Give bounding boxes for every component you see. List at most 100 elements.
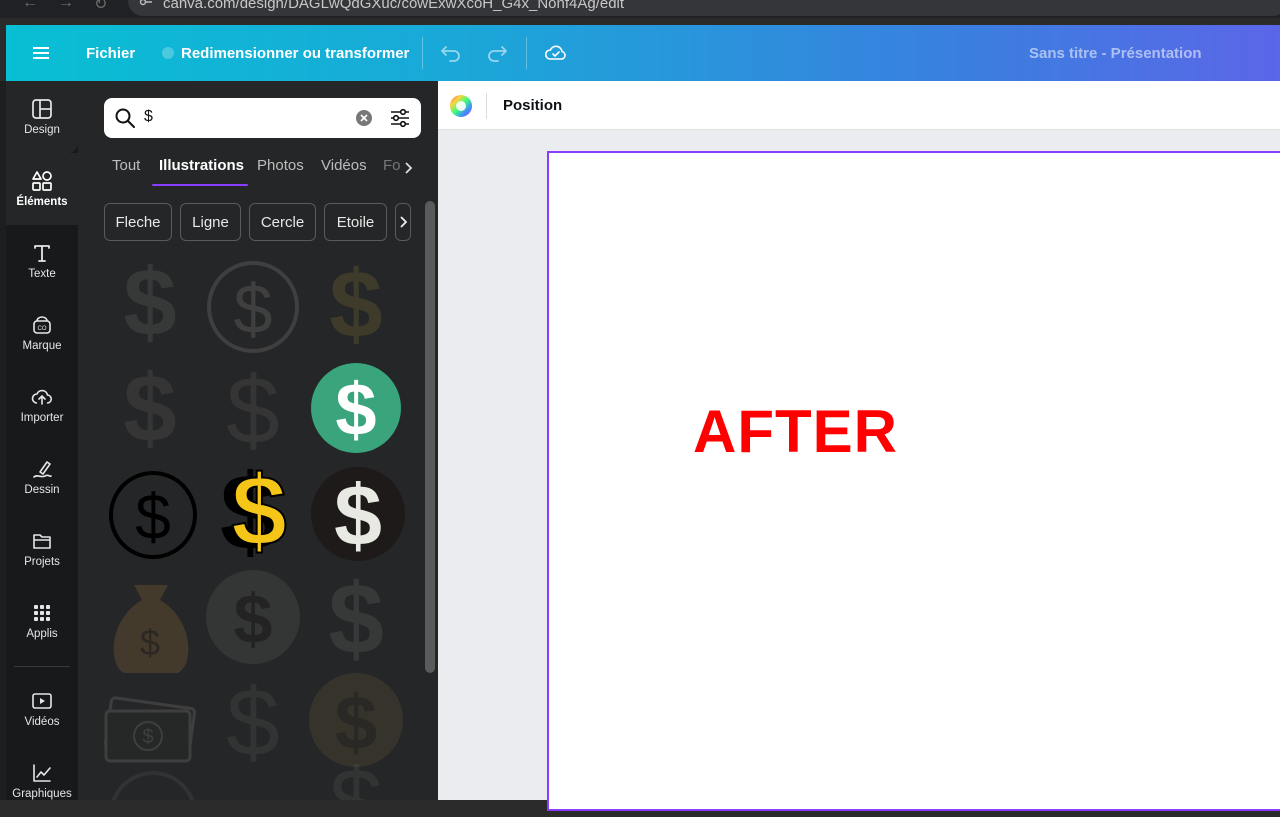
redo-icon (488, 46, 507, 62)
tab-more[interactable]: Fo (383, 157, 401, 174)
rail-label: Applis (26, 628, 58, 640)
save-status-button[interactable] (544, 25, 568, 81)
rail-item-charts[interactable]: Graphiques (6, 745, 78, 817)
svg-text:$: $ (226, 669, 279, 776)
rail-label: Vidéos (24, 716, 60, 728)
text-icon (34, 245, 50, 262)
tab-all[interactable]: Tout (112, 157, 140, 174)
context-toolbar: Position (438, 81, 1280, 130)
rail-item-draw[interactable]: Dessin (6, 441, 78, 513)
chevron-right-icon[interactable] (402, 161, 414, 175)
resize-button[interactable]: Redimensionner ou transformer (162, 25, 409, 81)
rail-label: Design (24, 124, 60, 136)
rail-item-apps[interactable]: Applis (6, 585, 78, 657)
rail-label: Dessin (24, 484, 60, 496)
layout-icon (32, 99, 52, 119)
dollar-coin-outline-illustration[interactable]: $ (207, 261, 299, 353)
rail-item-upload[interactable]: Importer (6, 369, 78, 441)
hamburger-icon (33, 47, 49, 59)
redo-button[interactable] (486, 25, 508, 81)
divider (422, 37, 423, 69)
rail-item-videos[interactable]: Vidéos (6, 673, 78, 745)
svg-text:$: $ (226, 357, 279, 464)
thin-dollar-illustration[interactable]: $ (226, 357, 279, 464)
tab-illustrations[interactable]: Illustrations (159, 157, 244, 174)
money-bag-illustration[interactable]: $ (113, 585, 189, 673)
search-icon (115, 108, 135, 128)
illustration-results-grid: $ $ $ $ $ $ $ $ $ $ $ $ $ $ $ $ (104, 255, 405, 800)
undo-button[interactable] (440, 25, 462, 81)
rail-label: Graphiques (12, 788, 72, 800)
resize-label: Redimensionner ou transformer (181, 44, 410, 62)
rail-label: Projets (24, 556, 60, 568)
active-tab-indicator (152, 184, 248, 186)
url-text: canva.com/design/DAGLwQdGXuc/cowExwXcoH_… (163, 0, 625, 12)
svg-text:$: $ (231, 455, 287, 567)
svg-text:$: $ (329, 749, 382, 800)
gold-dollar-illustration[interactable]: $ (329, 255, 382, 358)
svg-text:$: $ (234, 270, 273, 348)
yellow-dollar-illustration[interactable]: $ $ (220, 451, 288, 572)
svg-text:$: $ (328, 563, 384, 675)
chip-circle[interactable]: Cercle (249, 203, 316, 241)
site-settings-icon[interactable] (139, 0, 153, 10)
rail-label: Importer (20, 412, 64, 424)
reload-icon[interactable]: ↻ (94, 0, 107, 14)
banknotes-illustration[interactable]: $ (104, 696, 197, 763)
rail-item-elements[interactable]: Éléments (6, 153, 78, 225)
position-button[interactable]: Position (503, 97, 562, 114)
search-input[interactable]: $ (104, 98, 421, 138)
divider (526, 37, 527, 69)
svg-text:$: $ (329, 255, 382, 358)
chips-next-button[interactable] (395, 203, 411, 241)
dollar-sign-illustration[interactable]: $ (123, 355, 176, 462)
undo-icon (441, 46, 460, 62)
black-coin-dollar-illustration[interactable]: $ (109, 471, 197, 559)
video-icon (32, 693, 52, 709)
divider (486, 93, 487, 119)
forward-icon[interactable]: → (58, 0, 74, 12)
canvas-text-element[interactable]: AFTER (693, 397, 898, 466)
rail-item-text[interactable]: Texte (6, 225, 78, 297)
dollar-illustration[interactable]: $ (123, 255, 176, 356)
rail-item-brand[interactable]: CO Marque (6, 297, 78, 369)
main-menu-button[interactable] (32, 25, 50, 81)
editor-header: Fichier Redimensionner ou transformer Sa… (6, 25, 1280, 81)
folder-icon (33, 534, 51, 549)
rail-divider (14, 666, 70, 667)
cloud-saved-icon (544, 45, 566, 60)
rail-item-design[interactable]: Design (6, 81, 78, 153)
svg-text:$: $ (335, 368, 376, 451)
chevron-right-icon (400, 216, 407, 228)
green-dollar-coin-illustration[interactable]: $ (311, 363, 401, 453)
chip-arrow[interactable]: Fleche (104, 203, 172, 241)
filter-icon[interactable] (389, 107, 411, 129)
line-dollar-illustration[interactable]: $ (226, 669, 279, 776)
svg-text:$: $ (142, 726, 153, 748)
back-icon[interactable]: ← (22, 0, 38, 12)
document-title[interactable]: Sans titre - Présentation (1029, 25, 1202, 81)
shapes-icon (32, 171, 52, 191)
chip-star[interactable]: Etoile (324, 203, 387, 241)
silver-dollar-coin-illustration[interactable]: $ (311, 467, 405, 564)
grey-dollar-illustration[interactable]: $ (328, 563, 384, 675)
svg-text:$: $ (334, 468, 382, 564)
svg-text:$: $ (234, 580, 273, 658)
clear-search-icon[interactable] (356, 110, 372, 126)
chip-line[interactable]: Ligne (180, 203, 241, 241)
svg-text:CO: CO (38, 326, 47, 332)
side-rail: Design Éléments Texte CO Marque Importer (6, 81, 78, 800)
design-page[interactable] (547, 151, 1280, 811)
panel-scrollbar[interactable] (425, 201, 435, 673)
file-menu-button[interactable]: Fichier (86, 25, 135, 81)
svg-text:$: $ (135, 481, 171, 553)
draw-icon (33, 461, 52, 478)
rail-item-projects[interactable]: Projets (6, 513, 78, 585)
tab-photos[interactable]: Photos (257, 157, 304, 174)
category-tabs: Tout Illustrations Photos Vidéos Fo (78, 155, 418, 187)
dark-dollar-coin-illustration[interactable]: $ (206, 570, 300, 664)
tab-videos[interactable]: Vidéos (321, 157, 367, 174)
color-picker-icon[interactable] (449, 94, 473, 118)
rail-label: Texte (28, 268, 56, 280)
search-value: $ (144, 108, 153, 125)
